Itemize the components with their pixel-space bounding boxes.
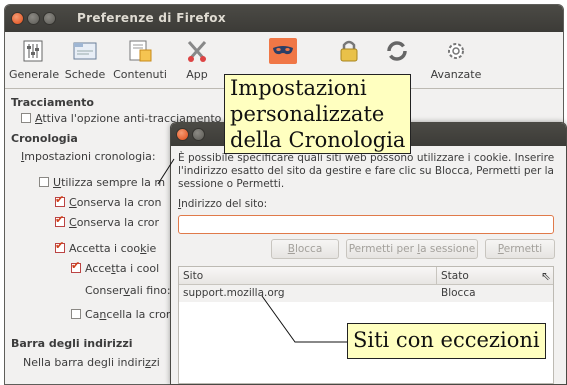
allow-session-button[interactable]: Permetti per la sessione xyxy=(346,239,478,259)
clear-history-pre: Ca xyxy=(85,308,100,321)
history-option-private-accesskey: U xyxy=(53,176,62,189)
history-option-private[interactable]: Utilizza sempre la m xyxy=(39,176,165,189)
site-address-label: Indirizzo del sito: xyxy=(178,198,267,210)
tracking-section-title: Tracciamento xyxy=(11,96,94,109)
tab-tabs-label: Schede xyxy=(64,68,106,81)
tab-content[interactable]: Contenuti xyxy=(111,36,169,86)
addressbar-text-post: zi xyxy=(150,356,160,369)
clear-history-checkbox[interactable] xyxy=(71,309,81,319)
tab-applications-label: App xyxy=(186,68,208,81)
tab-content-label: Contenuti xyxy=(113,68,167,81)
site-address-input[interactable] xyxy=(178,215,554,234)
applications-icon xyxy=(183,38,211,64)
dialog-description: È possibile specificare quali siti web p… xyxy=(178,152,555,190)
privacy-mask-icon xyxy=(269,38,297,64)
content-icon xyxy=(126,38,154,64)
browsing-history-checkbox[interactable] xyxy=(55,193,65,207)
accept-cookies-checkbox[interactable] xyxy=(55,239,65,253)
close-window-button[interactable] xyxy=(11,12,24,25)
history-section-title: Cronologia xyxy=(11,132,78,145)
window-titlebar: Preferenze di Firefox xyxy=(5,5,563,32)
allow-session-label: a sessione xyxy=(420,243,476,255)
clear-history-post: cella la cronc xyxy=(106,308,179,321)
history-option-browsing[interactable]: Conserva la cron xyxy=(55,193,162,209)
padlock-icon xyxy=(335,38,363,64)
callout-exceptions: Siti con eccezioni xyxy=(347,323,546,359)
tab-general[interactable]: Generale xyxy=(9,36,60,86)
history-option-private-label: tilizza sempre la m xyxy=(61,176,166,189)
column-header-status[interactable]: Stato xyxy=(437,267,553,285)
keep-until-pre: Conser xyxy=(85,284,124,297)
allow-button-label: ermetti xyxy=(503,243,543,255)
history-option-search-label: onserva la cror xyxy=(76,216,160,229)
maximize-window-button[interactable] xyxy=(43,12,56,25)
tab-tabs[interactable]: Schede xyxy=(61,36,109,86)
private-mode-checkbox[interactable] xyxy=(39,177,49,187)
tracking-checkbox[interactable] xyxy=(21,113,31,123)
history-option-third-party[interactable]: Accetta i cool xyxy=(71,259,160,275)
allow-button[interactable]: Permetti xyxy=(485,239,555,259)
keep-until-post: ali fino: xyxy=(129,284,171,297)
window-title: Preferenze di Firefox xyxy=(77,11,226,25)
dialog-window-controls xyxy=(176,128,205,141)
keep-until-label: Conservali fino: xyxy=(85,284,171,297)
minimize-window-button[interactable] xyxy=(27,12,40,25)
history-option-cookies-label: ie xyxy=(146,242,157,255)
callout-history-line-3: della Cronologia xyxy=(230,128,406,152)
history-option-browsing-accesskey: C xyxy=(69,196,77,209)
callout-history-line-2: personalizzate xyxy=(230,102,385,126)
callout-history-line-1: Impostazioni xyxy=(230,76,367,100)
history-option-search-accesskey: C xyxy=(69,216,77,229)
history-option-cookies[interactable]: Accetta i cookie xyxy=(55,239,157,255)
search-history-checkbox[interactable] xyxy=(55,213,65,227)
history-settings-text: mpostazioni cronologia: xyxy=(24,150,156,163)
dialog-minimize-button[interactable] xyxy=(192,128,205,141)
tabs-icon xyxy=(71,38,99,64)
table-row[interactable]: support.mozilla.org Blocca xyxy=(179,285,553,302)
tracking-option-label: ttiva l'opzione anti-traccia xyxy=(42,112,186,125)
column-header-site[interactable]: Sito xyxy=(179,267,437,285)
tab-advanced[interactable]: Avanzate xyxy=(427,36,485,86)
switches-icon xyxy=(19,38,47,64)
clear-history-option[interactable]: Cancella la cronc xyxy=(71,308,179,321)
addressbar-text: Nella barra degli indirizzi xyxy=(23,356,160,369)
gear-icon xyxy=(442,38,470,64)
tab-advanced-label: Avanzate xyxy=(430,68,482,81)
history-option-third-party-label-pre: Acce xyxy=(85,262,112,275)
tab-general-label: Generale xyxy=(9,68,60,81)
status-cell: Blocca xyxy=(441,287,476,299)
addressbar-section-title: Barra degli indirizzi xyxy=(11,337,133,350)
allow-session-label-pre: Permetti per xyxy=(348,243,418,255)
sync-icon xyxy=(383,38,411,64)
history-option-third-party-label: ta i cool xyxy=(115,262,160,275)
block-button-accesskey: B xyxy=(287,243,295,255)
history-option-browsing-label: onserva la cron xyxy=(76,196,162,209)
callout-history-settings: Impostazioni personalizzate della Cronol… xyxy=(224,74,412,154)
history-option-search[interactable]: Conserva la cror xyxy=(55,213,160,229)
third-party-cookies-checkbox[interactable] xyxy=(71,259,81,273)
mouse-pointer-icon: ⇖ xyxy=(541,269,552,283)
site-address-label-text: ndirizzo del sito: xyxy=(181,198,268,210)
tab-applications[interactable]: App xyxy=(171,36,223,86)
window-controls xyxy=(11,12,56,25)
history-settings-label: Impostazioni cronologia: xyxy=(21,150,156,163)
dialog-close-button[interactable] xyxy=(176,128,189,141)
block-button-label: locca xyxy=(294,243,323,255)
history-option-cookies-label-pre: Accetta i coo xyxy=(69,242,141,255)
addressbar-text-pre: Nella barra degli indiri xyxy=(23,356,146,369)
block-button[interactable]: Blocca xyxy=(271,239,339,259)
site-cell: support.mozilla.org xyxy=(183,287,285,299)
